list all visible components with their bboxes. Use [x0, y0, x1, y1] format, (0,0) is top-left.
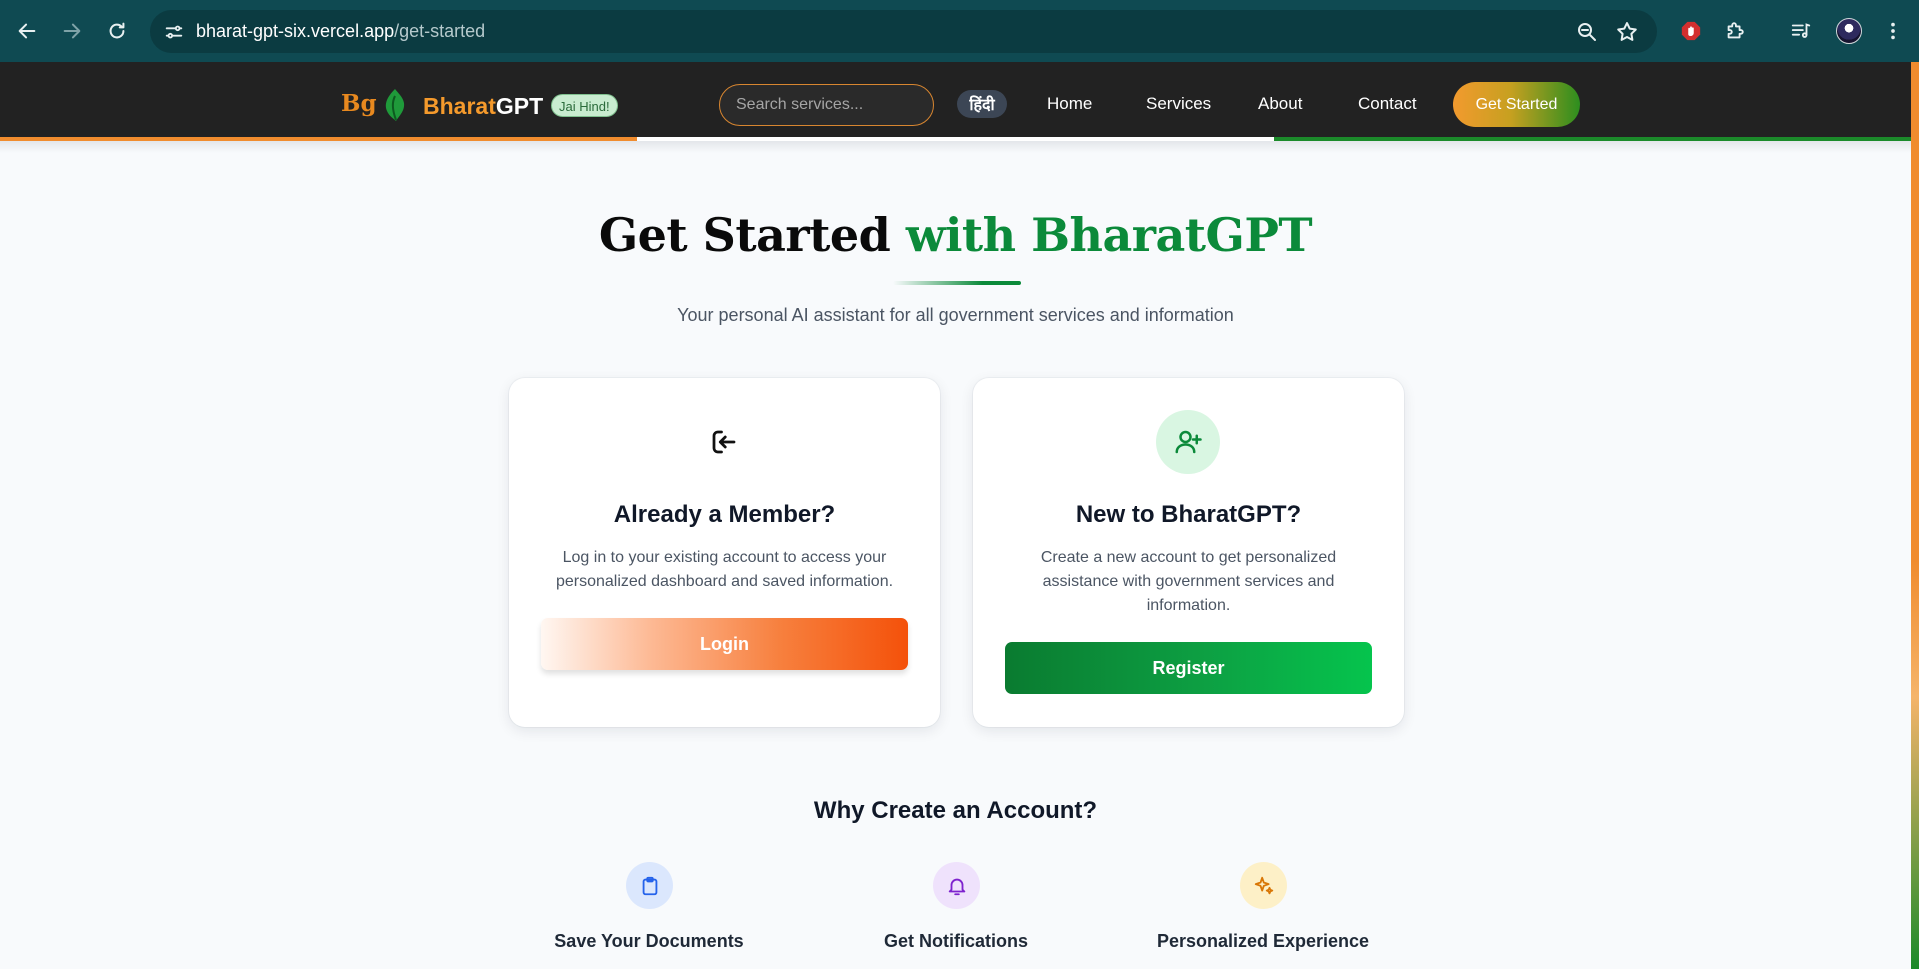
- login-card-title: Already a Member?: [613, 501, 836, 528]
- site-navbar: [0, 62, 1911, 138]
- user-plus-icon: [1156, 410, 1220, 474]
- bookmark-star-icon[interactable]: [1615, 20, 1639, 44]
- site-info-icon[interactable]: [163, 21, 185, 43]
- login-card-description: Log in to your existing account to acces…: [555, 549, 894, 590]
- bell-icon: [933, 862, 980, 909]
- url-text: bharat-gpt-six.vercel.app/get-started: [196, 21, 486, 41]
- jai-hind-badge: Jai Hind!: [551, 94, 618, 117]
- nav-link-home[interactable]: Home: [1047, 94, 1092, 114]
- extension-stop-icon[interactable]: [1674, 14, 1708, 48]
- nav-link-contact[interactable]: Contact: [1358, 94, 1417, 114]
- language-toggle-button[interactable]: हिंदी: [957, 90, 1007, 118]
- get-started-nav-button[interactable]: Get Started: [1453, 82, 1580, 127]
- page-subtitle: Your personal AI assistant for all gover…: [677, 305, 1234, 325]
- feature-label: Save Your Documents: [554, 931, 744, 951]
- forward-icon[interactable]: [54, 13, 90, 49]
- logo-mark[interactable]: Bg: [341, 90, 377, 117]
- media-queue-icon[interactable]: [1784, 14, 1818, 48]
- register-card-title: New to BharatGPT?: [1075, 501, 1302, 528]
- sparkles-icon: [1240, 862, 1287, 909]
- page-scrollbar[interactable]: [1911, 62, 1919, 969]
- register-button[interactable]: Register: [1005, 642, 1372, 694]
- extensions-puzzle-icon[interactable]: [1718, 14, 1752, 48]
- reload-icon[interactable]: [99, 13, 135, 49]
- feature-label: Personalized Experience: [1156, 931, 1370, 951]
- login-card: Already a Member? Log in to your existin…: [509, 378, 940, 727]
- back-icon[interactable]: [9, 13, 45, 49]
- register-card: New to BharatGPT? Create a new account t…: [973, 378, 1404, 727]
- why-section-title: Why Create an Account?: [813, 797, 1098, 824]
- leaf-icon: [385, 89, 405, 121]
- login-arrow-icon: [692, 410, 756, 474]
- search-input[interactable]: [719, 84, 934, 126]
- page-title: Get Started with BharatGPT: [598, 208, 1313, 262]
- nav-link-services[interactable]: Services: [1146, 94, 1211, 114]
- zoom-icon[interactable]: [1575, 20, 1599, 44]
- login-button[interactable]: Login: [541, 618, 908, 670]
- avatar[interactable]: [1836, 18, 1862, 44]
- menu-kebab-icon[interactable]: [1876, 14, 1910, 48]
- title-underline: [893, 281, 1021, 285]
- browser-toolbar: bharat-gpt-six.vercel.app/get-started: [0, 0, 1919, 62]
- address-bar[interactable]: bharat-gpt-six.vercel.app/get-started: [150, 10, 1657, 53]
- register-card-description: Create a new account to get personalized…: [1040, 549, 1337, 614]
- nav-link-about[interactable]: About: [1258, 94, 1302, 114]
- clipboard-icon: [626, 862, 673, 909]
- navbar-shadow: [0, 141, 1911, 153]
- feature-label: Get Notifications: [883, 931, 1028, 951]
- brand-name[interactable]: BharatGPT: [423, 93, 543, 120]
